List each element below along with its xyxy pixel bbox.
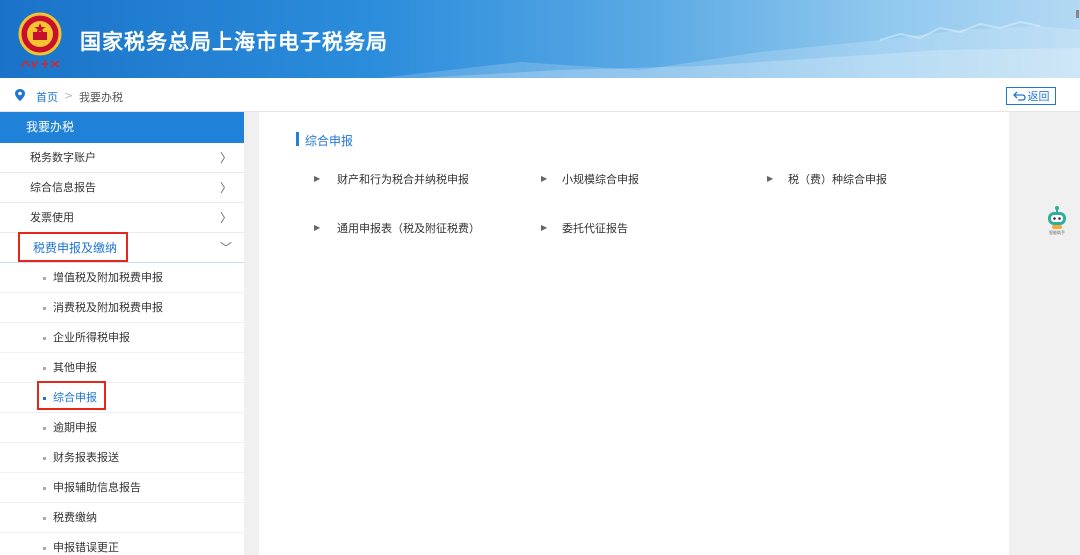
section-title: 综合申报: [305, 134, 354, 148]
submenu-item-overdue-filing[interactable]: 逾期申报: [0, 413, 244, 443]
bullet-icon: [43, 337, 46, 340]
bullet-icon: [43, 277, 46, 280]
submenu-item-label: 增值税及附加税费申报: [53, 271, 163, 284]
link-general-filing-form[interactable]: 通用申报表（税及附征税费）: [337, 220, 480, 236]
bullet-icon: [43, 307, 46, 310]
sidebar-item-invoice[interactable]: 发票使用 〉: [0, 203, 244, 233]
chevron-down-icon: ﹀: [219, 241, 232, 255]
link-tax-type-comprehensive-filing[interactable]: 税（费）种综合申报: [788, 171, 887, 187]
submenu-item-financial-statements[interactable]: 财务报表报送: [0, 443, 244, 473]
submenu-item-label: 申报错误更正: [53, 541, 119, 554]
submenu-item-label: 其他申报: [53, 361, 97, 374]
assistant-robot-icon[interactable]: 智能助手: [1045, 205, 1069, 235]
breadcrumb-current: 我要办税: [79, 91, 123, 104]
arrow-bullet-icon: ▶: [767, 174, 774, 183]
link-entrusted-collection-report[interactable]: 委托代征报告: [562, 220, 628, 236]
submenu-item-consumption-tax[interactable]: 消费税及附加税费申报: [0, 293, 244, 323]
assistant-caption: 智能助手: [1049, 229, 1065, 235]
submenu-item-label: 逾期申报: [53, 421, 97, 434]
submenu-item-label: 税费缴纳: [53, 511, 97, 524]
highlight-box-comprehensive-filing: [37, 381, 106, 410]
tax-logo-calligraphy: [20, 59, 60, 69]
site-title: 国家税务总局上海市电子税务局: [80, 30, 388, 54]
back-button[interactable]: 返回: [1006, 87, 1056, 105]
site-header: 国家税务总局上海市电子税务局: [0, 0, 1080, 78]
submenu-item-other-filing[interactable]: 其他申报: [0, 353, 244, 383]
sidebar-heading: 我要办税: [0, 112, 244, 143]
arrow-bullet-icon: ▶: [314, 223, 321, 232]
submenu-item-label: 企业所得税申报: [53, 331, 130, 344]
sidebar: 我要办税 税务数字账户 〉 综合信息报告 〉 发票使用 〉 税费申报及缴纳 ﹀ …: [0, 112, 244, 555]
sidebar-item-label: 综合信息报告: [30, 181, 96, 194]
bullet-icon: [43, 487, 46, 490]
arrow-bullet-icon: ▶: [541, 223, 548, 232]
submenu-item-filing-correction[interactable]: 申报错误更正: [0, 533, 244, 555]
sidebar-item-label: 税务数字账户: [30, 151, 96, 164]
bullet-icon: [43, 427, 46, 430]
sidebar-item-label: 发票使用: [30, 211, 74, 224]
sidebar-item-info-report[interactable]: 综合信息报告 〉: [0, 173, 244, 203]
section-marker: [296, 132, 299, 146]
submenu-item-tax-payment[interactable]: 税费缴纳: [0, 503, 244, 533]
highlight-box-tax-filing: [18, 232, 128, 262]
location-pin-icon: [15, 89, 25, 101]
scrollbar-thumb[interactable]: [1076, 10, 1079, 18]
submenu-item-auxiliary-info-report[interactable]: 申报辅助信息报告: [0, 473, 244, 503]
back-button-label: 返回: [1027, 90, 1050, 103]
national-emblem-icon: [18, 12, 62, 56]
breadcrumb-separator: >: [64, 89, 74, 102]
submenu-item-label: 申报辅助信息报告: [53, 481, 141, 494]
breadcrumb: 首页 > 我要办税: [0, 78, 1080, 112]
bullet-icon: [43, 517, 46, 520]
breadcrumb-home-link[interactable]: 首页: [36, 89, 58, 105]
right-gutter: [1009, 112, 1080, 555]
sidebar-item-tax-digital-account[interactable]: 税务数字账户 〉: [0, 143, 244, 173]
link-small-scale-filing[interactable]: 小规模综合申报: [562, 171, 639, 187]
chevron-right-icon: 〉: [219, 211, 232, 225]
submenu-item-label: 消费税及附加税费申报: [53, 301, 163, 314]
submenu-item-corporate-income-tax[interactable]: 企业所得税申报: [0, 323, 244, 353]
return-arrow-icon: [1012, 91, 1026, 101]
chevron-right-icon: 〉: [219, 181, 232, 195]
bullet-icon: [43, 367, 46, 370]
arrow-bullet-icon: ▶: [314, 174, 321, 183]
bullet-icon: [43, 547, 46, 550]
submenu-item-label: 财务报表报送: [53, 451, 119, 464]
bullet-icon: [43, 457, 46, 460]
chevron-right-icon: 〉: [219, 151, 232, 165]
link-property-behavior-tax-filing[interactable]: 财产和行为税合并纳税申报: [337, 171, 469, 187]
submenu-item-vat-filing[interactable]: 增值税及附加税费申报: [0, 263, 244, 293]
arrow-bullet-icon: ▶: [541, 174, 548, 183]
